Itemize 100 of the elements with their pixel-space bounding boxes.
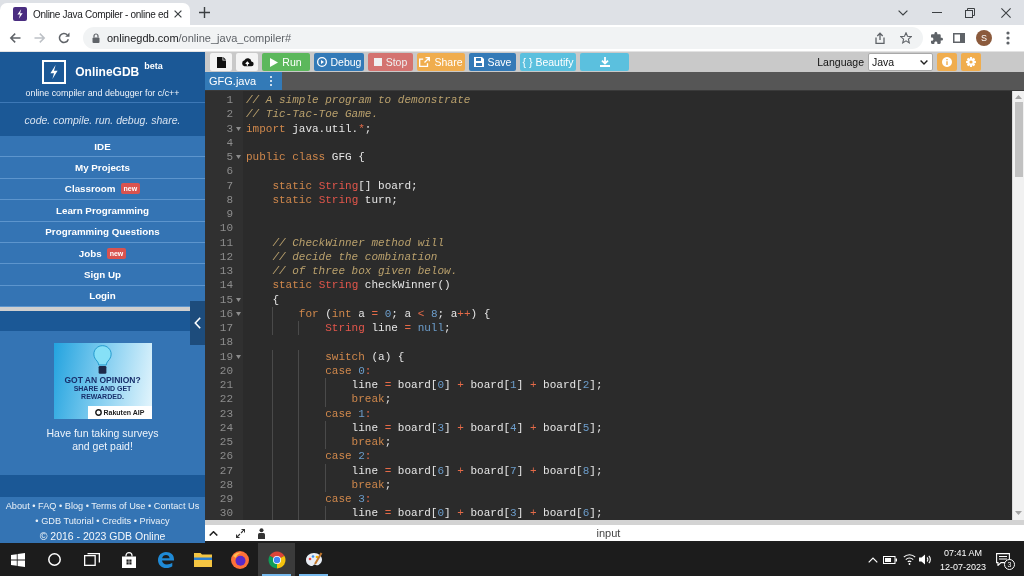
fold-arrow-icon[interactable] [236, 155, 241, 160]
debug-button[interactable]: Debug [314, 53, 364, 71]
code-line: // decide the combination [271, 249, 439, 264]
footer-link[interactable]: GDB Tutorial [41, 516, 94, 527]
kebab-menu-icon[interactable] [1006, 31, 1010, 45]
fold-arrow-icon[interactable] [236, 311, 241, 316]
new-file-button[interactable] [210, 53, 232, 71]
tagline-text: code. compile. run. debug. share. [24, 113, 181, 126]
footer-link[interactable]: Credits [102, 516, 132, 527]
share-icon [419, 57, 431, 67]
line-number: 19 [219, 350, 233, 363]
paint-palette-icon[interactable] [304, 551, 323, 568]
run-button[interactable]: Run [262, 53, 310, 71]
code-line: public class GFG { [245, 150, 366, 165]
line-number: 15 [219, 293, 233, 306]
battery-icon[interactable] [882, 555, 897, 564]
language-select[interactable]: Java [868, 53, 933, 71]
code-line: // A simple program to demonstrate [245, 93, 472, 108]
bullet-separator: • [32, 501, 36, 512]
line-number: 21 [219, 379, 233, 392]
new-tab-icon[interactable] [199, 7, 210, 18]
code-line: // CheckWinner method will [271, 235, 446, 250]
chrome-icon[interactable] [267, 550, 286, 569]
bullet-separator: • [96, 516, 100, 527]
line-number: 28 [219, 478, 233, 491]
fold-arrow-icon[interactable] [236, 126, 241, 131]
line-number: 5 [226, 151, 233, 164]
line-number: 12 [219, 250, 233, 263]
footer-link[interactable]: About [5, 501, 30, 512]
ring-icon[interactable] [48, 553, 61, 566]
brand-name: OnlineGDB [75, 65, 140, 79]
stop-square-icon [373, 58, 382, 66]
profile-avatar[interactable]: S [976, 30, 992, 46]
code-line: import java.util.*; [245, 121, 373, 136]
code-line: // Tic-Tac-Toe Game. [245, 107, 380, 122]
line-number: 24 [219, 421, 233, 434]
line-number: 4 [226, 136, 233, 149]
footer-link[interactable]: Contact Us [153, 501, 200, 512]
browser-tab[interactable]: Online Java Compiler - online ed [0, 3, 190, 25]
bullet-separator: • [148, 501, 152, 512]
star-icon[interactable] [900, 32, 912, 44]
copyright-text: © 2016 - 2023 GDB Online [38, 529, 167, 545]
code-line: // of three box given below. [271, 264, 459, 279]
file-icon [216, 56, 226, 68]
share-page-icon[interactable] [874, 32, 886, 44]
clock-button[interactable]: 07:41 AM 12-07-2023 [938, 545, 987, 574]
lightning-favicon-icon [13, 7, 27, 21]
collapse-sidebar-button[interactable] [190, 301, 205, 345]
ad-caption: Have fun taking surveys and get paid! [45, 427, 160, 454]
line-number: 6 [226, 165, 233, 178]
overlapping-windows-icon[interactable] [83, 553, 100, 566]
windows-logo-icon[interactable] [11, 552, 25, 567]
line-number: 20 [219, 364, 233, 377]
vertical-scrollbar[interactable] [1012, 91, 1024, 520]
expand-icon[interactable] [236, 528, 245, 538]
person-icon[interactable] [257, 527, 266, 539]
beta-label: beta [144, 61, 163, 71]
speech-bubble-icon[interactable] [996, 553, 1010, 566]
volume-icon[interactable] [918, 554, 931, 565]
fold-arrow-icon[interactable] [236, 297, 241, 302]
back-icon[interactable] [9, 32, 21, 44]
footer-link[interactable]: Terms of Use [91, 501, 146, 512]
code-line: static String[] board; [271, 178, 419, 193]
line-number: 10 [219, 222, 233, 235]
line-number: 27 [219, 464, 233, 477]
footer-link[interactable]: FAQ [38, 501, 57, 512]
file-tab[interactable]: GFG.java [205, 72, 282, 90]
firefox-icon[interactable] [230, 550, 249, 569]
input-tab[interactable]: input [596, 527, 621, 539]
edge-icon[interactable] [156, 550, 175, 569]
scrollbar-thumb[interactable] [1014, 102, 1023, 177]
reload-icon[interactable] [58, 32, 70, 44]
save-button[interactable]: Save [469, 53, 516, 71]
upload-button[interactable] [236, 53, 258, 71]
caret-down-icon [920, 59, 928, 65]
footer-link[interactable]: Privacy [139, 516, 170, 527]
address-field[interactable]: onlinegdb.com/online_java_compiler# [83, 27, 923, 49]
line-number: 9 [226, 208, 233, 221]
restore-icon[interactable] [965, 7, 975, 18]
lightning-logo-icon[interactable] [42, 60, 67, 84]
taskbar-app-button[interactable] [258, 543, 295, 576]
bullet-separator: • [59, 501, 63, 512]
line-number: 1 [226, 94, 233, 107]
line-number: 2 [226, 108, 233, 121]
close-icon[interactable] [1001, 7, 1011, 18]
fold-arrow-icon[interactable] [236, 354, 241, 359]
footer-link[interactable]: Blog [64, 501, 84, 512]
chevron-down-icon[interactable] [898, 9, 908, 16]
line-number: 3 [226, 122, 233, 135]
side-panel-icon[interactable] [953, 32, 965, 44]
line-number: 30 [219, 507, 233, 520]
folder-icon[interactable] [193, 552, 212, 567]
close-tab-icon[interactable] [174, 10, 182, 18]
line-number: 11 [219, 236, 233, 249]
wifi-icon[interactable] [902, 554, 916, 565]
line-number: 16 [219, 307, 233, 320]
caret-up-icon[interactable] [209, 530, 218, 536]
line-number: 23 [219, 407, 233, 420]
shopping-bag-icon[interactable] [120, 551, 137, 568]
puzzle-piece-icon[interactable] [931, 32, 943, 44]
